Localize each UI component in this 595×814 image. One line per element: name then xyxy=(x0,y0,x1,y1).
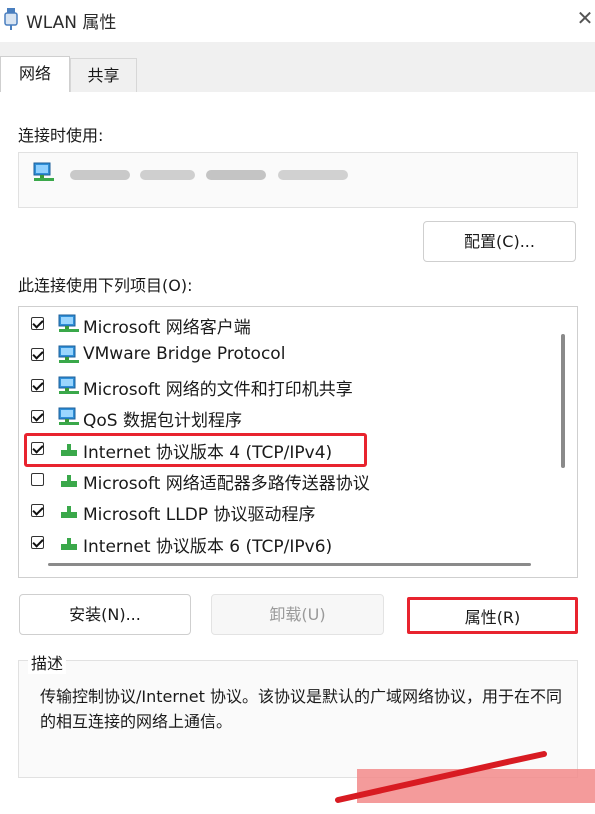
horizontal-scrollbar[interactable] xyxy=(48,563,531,566)
tab-network[interactable]: 网络 xyxy=(0,56,70,93)
list-item[interactable]: VMware Bridge Protocol xyxy=(27,340,547,370)
connect-using-label: 连接时使用: xyxy=(18,126,104,145)
item-label: VMware Bridge Protocol xyxy=(83,344,286,364)
item-checkbox[interactable] xyxy=(31,317,44,330)
adapter-name-blurred xyxy=(70,170,348,180)
item-label: Microsoft 网络适配器多路传送器协议 xyxy=(83,474,370,494)
list-item[interactable]: QoS 数据包计划程序 xyxy=(27,402,547,432)
list-item[interactable]: Microsoft LLDP 协议驱动程序 xyxy=(27,496,547,526)
uninstall-button[interactable]: 卸载(U) xyxy=(211,594,384,635)
tab-sharing[interactable]: 共享 xyxy=(70,58,137,92)
items-list-label: 此连接使用下列项目(O): xyxy=(18,276,193,295)
item-checkbox[interactable] xyxy=(31,504,44,517)
item-checkbox[interactable] xyxy=(31,473,44,486)
protocol-icon xyxy=(61,475,77,487)
tab-strip: 网络 共享 xyxy=(0,42,595,93)
ipv4-highlight-annotation xyxy=(24,433,367,467)
network-client-icon xyxy=(58,376,79,394)
wlan-adapter-icon xyxy=(4,8,18,30)
install-button[interactable]: 安装(N)... xyxy=(19,594,191,635)
close-icon[interactable]: ✕ xyxy=(574,4,595,32)
item-checkbox[interactable] xyxy=(31,536,44,549)
description-text: 传输控制协议/Internet 协议。该协议是默认的广域网络协议，用于在不同的相… xyxy=(40,687,563,731)
list-item[interactable]: Microsoft 网络适配器多路传送器协议 xyxy=(27,465,547,495)
item-checkbox[interactable] xyxy=(31,379,44,392)
red-pen-stroke xyxy=(335,751,547,803)
item-label: Microsoft 网络的文件和打印机共享 xyxy=(83,380,353,400)
properties-button[interactable]: 属性(R) xyxy=(407,597,578,634)
item-label: Microsoft LLDP 协议驱动程序 xyxy=(83,505,316,525)
network-client-icon xyxy=(58,345,79,363)
protocol-icon xyxy=(61,538,77,550)
list-item[interactable]: Internet 协议版本 6 (TCP/IPv6) xyxy=(27,528,547,558)
description-title: 描述 xyxy=(28,650,67,674)
item-checkbox[interactable] xyxy=(31,348,44,361)
item-label: Microsoft 网络客户端 xyxy=(83,318,251,338)
network-client-icon xyxy=(58,407,79,425)
network-client-icon xyxy=(58,314,79,332)
protocol-icon xyxy=(61,506,77,518)
vertical-scrollbar[interactable] xyxy=(561,334,565,468)
item-checkbox[interactable] xyxy=(31,410,44,423)
network-adapter-icon xyxy=(33,162,54,181)
window-title: WLAN 属性 xyxy=(26,13,117,33)
list-item[interactable]: Microsoft 网络的文件和打印机共享 xyxy=(27,371,547,401)
configure-button[interactable]: 配置(C)... xyxy=(423,221,576,262)
item-label: QoS 数据包计划程序 xyxy=(83,411,242,431)
item-label: Internet 协议版本 6 (TCP/IPv6) xyxy=(83,537,333,557)
list-item[interactable]: Microsoft 网络客户端 xyxy=(27,309,547,339)
